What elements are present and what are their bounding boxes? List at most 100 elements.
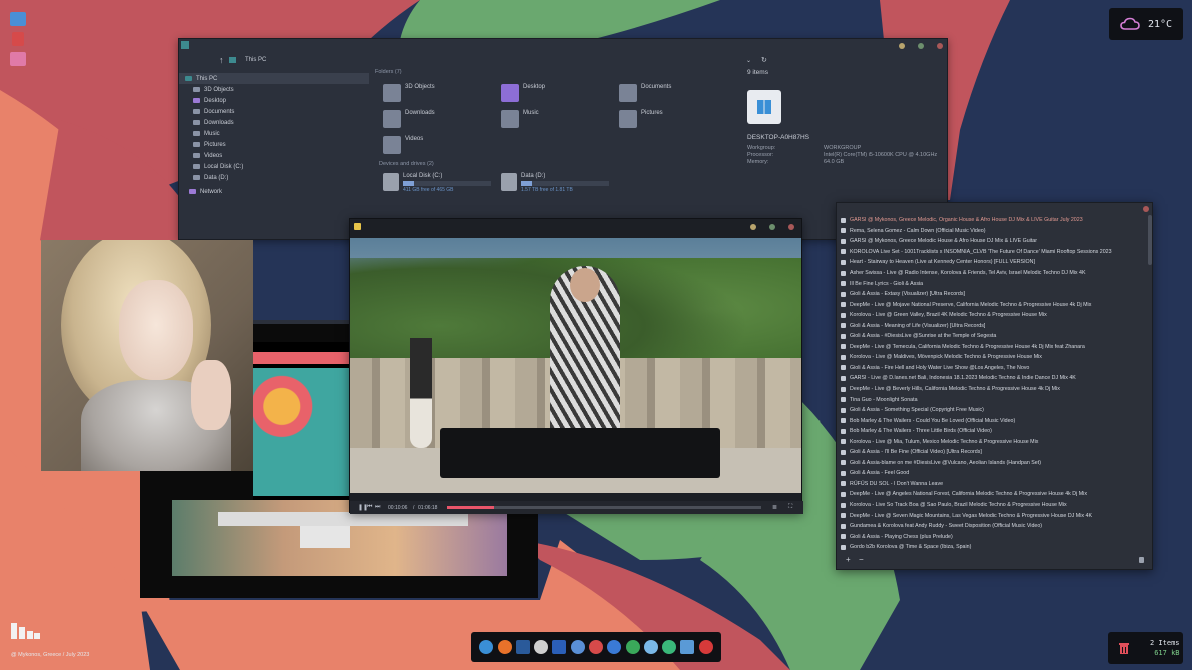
monitor-icon[interactable] [570,640,585,654]
close-button[interactable] [788,224,794,230]
playlist-item[interactable]: DeepMe - Live @ Angeles National Forest,… [837,489,1147,500]
folder-downloads[interactable]: Downloads [383,110,435,128]
sidebar-item-3d-objects[interactable]: 3D Objects [179,84,369,95]
playlist-item[interactable]: RÜFÜS DU SOL - I Don't Wanna Leave [837,479,1147,490]
file-icon [841,217,846,223]
settings-icon[interactable] [607,640,622,654]
playlist-item[interactable]: KOROLOVA Live Set - 1001Tracklists x INS… [837,247,1147,258]
up-arrow-icon[interactable]: ↑ [219,55,224,65]
playlist-item[interactable]: Ill Be Fine Lyrics - Gioli & Assia [837,278,1147,289]
playlist-item[interactable]: DeepMe - Live @ Seven Magic Mountains, L… [837,510,1147,521]
sidebar-item-documents[interactable]: Documents [179,106,369,117]
playlist-item[interactable]: Gordo b2b Korolova @ Time & Space (Ibiza… [837,542,1147,553]
file-icon [841,513,846,519]
playlist-item[interactable]: Korolova - Live @ Mia, Tulum, Mexico Mel… [837,436,1147,447]
folder-3d-objects[interactable]: 3D Objects [383,84,435,102]
playlist-item[interactable]: Bob Marley & The Wailers - Three Little … [837,426,1147,437]
sidebar-item-local-disk[interactable]: Local Disk (C:) [179,161,369,172]
sidebar-item-network[interactable]: Network [179,186,369,197]
playlist-item[interactable]: Korolova - Live @ Green Valley, Brazil 4… [837,310,1147,321]
player-title-bar[interactable] [350,219,801,235]
video-frame[interactable] [350,238,801,493]
add-button[interactable]: + [846,555,851,564]
playlist-item[interactable]: Gioli & Assia - Extasy (Visualizer) [Ult… [837,289,1147,300]
trash-icon[interactable] [1139,557,1144,563]
folder-desktop-icon[interactable] [10,52,26,66]
playlist-item[interactable]: Gioli & Assia - Playing Chess (plus Prel… [837,531,1147,542]
playlist-item[interactable]: DeepMe - Live @ Beverly Hills, Californi… [837,384,1147,395]
photoshop-icon[interactable] [515,640,530,654]
playlist-item[interactable]: Korolova - Live @ Maldives, Mövenpick Me… [837,352,1147,363]
sidebar-item-downloads[interactable]: Downloads [179,117,369,128]
minimize-button[interactable] [750,224,756,230]
playlist-item[interactable]: Gundamea & Korolova feat Andy Ruddy - Sw… [837,521,1147,532]
maximize-button[interactable] [769,224,775,230]
trash-icon[interactable] [680,640,695,654]
drive-data-d[interactable]: Data (D:) 1.57 TB free of 1.81 TB [501,173,609,193]
folder-pictures[interactable]: Pictures [619,110,663,128]
fullscreen-icon[interactable]: ⛶ [788,504,792,511]
folder-music[interactable]: Music [501,110,539,128]
remove-button[interactable]: − [859,555,864,564]
next-button[interactable]: ⏭ [375,504,380,511]
playlist-scrollbar[interactable] [1148,215,1152,265]
seek-bar[interactable] [447,506,761,509]
playlist-item[interactable]: DeepMe - Live @ Temecula, California Mel… [837,342,1147,353]
power-icon[interactable] [698,640,713,654]
playlist-item[interactable]: Gioli & Assia - #DiesisLive @Sunrise at … [837,331,1147,342]
folder-desktop[interactable]: Desktop [501,84,545,102]
sound-icon[interactable] [534,640,549,654]
playlist-toggle-icon[interactable]: ≣ [772,504,777,511]
title-bar[interactable] [179,39,947,53]
trash-icon [1119,643,1129,654]
chevron-down-icon[interactable]: ⌄ [746,57,751,64]
sidebar-item-pictures[interactable]: Pictures [179,139,369,150]
finder-icon[interactable] [479,640,494,654]
sidebar-item-videos[interactable]: Videos [179,150,369,161]
playlist-item[interactable]: Asher Swissa - Live @ Radio Intense, Kor… [837,268,1147,279]
drive-local-c[interactable]: Local Disk (C:) 411 GB free of 465 GB [383,173,491,193]
chat-icon[interactable] [625,640,640,654]
playlist-item[interactable]: Gioli & Assia - I'll Be Fine (Official V… [837,447,1147,458]
playlist-item[interactable]: DeepMe - Live @ Mojave National Preserve… [837,299,1147,310]
playlist-item[interactable]: GARSI - Live @ D.lanes.net Bali, Indones… [837,373,1147,384]
download-icon[interactable] [662,640,677,654]
word-icon[interactable] [552,640,567,654]
file-icon [841,259,846,265]
playlist-item[interactable]: Gioli & Assia - Feel Good [837,468,1147,479]
computer-icon[interactable] [10,12,26,26]
file-explorer-window[interactable]: ↑ This PC ⌄ ↻ This PC 3D Objects Desktop… [178,38,948,240]
prev-button[interactable]: ⏮ [367,504,372,511]
address-bar[interactable]: ↑ This PC ⌄ ↻ [179,53,947,67]
playlist-item[interactable]: Gioli & Assia - Meaning of Life (Visuali… [837,320,1147,331]
playlist-item[interactable]: Gioli & Assia - Something Special (Copyr… [837,405,1147,416]
close-button[interactable] [937,43,943,49]
firefox-icon[interactable] [497,640,512,654]
playlist-item[interactable]: Heart - Stairway to Heaven (Live at Kenn… [837,257,1147,268]
sidebar-item-this-pc[interactable]: This PC [179,73,369,84]
refresh-icon[interactable]: ↻ [761,56,767,64]
breadcrumb[interactable]: This PC [245,57,266,63]
playlist-item[interactable]: Gioli & Assia - Fire Hell and Holy Water… [837,363,1147,374]
trash-desktop-icon[interactable] [12,32,24,46]
video-player-window[interactable]: ❚❚ ⏮ ⏭ 00:10:06 / 01:06:18 ≣ ⛶ [349,218,803,514]
close-button[interactable] [1143,206,1149,212]
folder-documents[interactable]: Documents [619,84,671,102]
folder-videos[interactable]: Videos [383,136,423,154]
playlist-item[interactable]: Gioli & Assia-blame on me #DiesisLive @V… [837,458,1147,469]
sidebar-item-data-drive[interactable]: Data (D:) [179,172,369,183]
maximize-button[interactable] [918,43,924,49]
playlist-item[interactable]: GARSI @ Mykonos, Greece Melodic House & … [837,236,1147,247]
playlist-item[interactable]: Rema, Selena Gomez - Calm Down (Official… [837,226,1147,237]
search-icon[interactable] [643,640,658,654]
playlist-item[interactable]: Bob Marley & The Wailers - Could You Be … [837,415,1147,426]
sidebar-item-desktop[interactable]: Desktop [179,95,369,106]
minimize-button[interactable] [899,43,905,49]
playlist-window[interactable]: GARSI @ Mykonos, Greece Melodic, Organic… [836,202,1153,570]
playlist-item[interactable]: GARSI @ Mykonos, Greece Melodic, Organic… [837,215,1147,226]
playlist-item[interactable]: Tina Guo - Moonlight Sonata [837,394,1147,405]
music-icon[interactable] [588,640,603,654]
playlist-item[interactable]: Korolova - Live So Track Boa @ Sao Paulo… [837,500,1147,511]
sidebar-item-music[interactable]: Music [179,128,369,139]
trash-widget[interactable]: 2 Items 617 kB [1108,632,1183,664]
